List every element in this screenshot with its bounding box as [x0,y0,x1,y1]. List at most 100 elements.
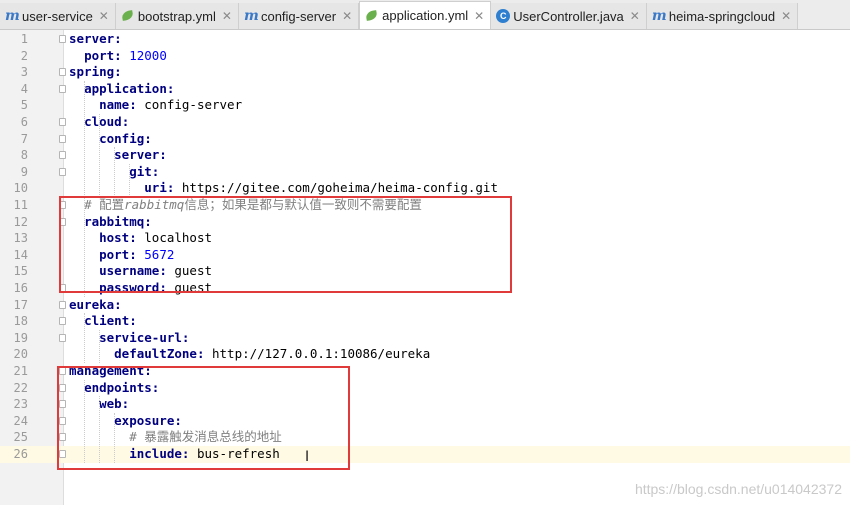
tab-application-yml[interactable]: application.yml ✕ [359,1,492,29]
code-text: uri: https://gitee.com/goheima/heima-con… [69,180,498,197]
code-line[interactable]: 4 application: [0,81,850,98]
tab-label: application.yml [382,8,469,23]
tab-label: bootstrap.yml [137,8,216,24]
tab-bootstrap-yml[interactable]: bootstrap.yml ✕ [115,3,239,29]
line-number: 19 [13,330,28,345]
fold-marker-icon[interactable] [59,118,66,126]
code-editor[interactable]: 1 server: 2 port: 12000 3 spring: 4 applicati… [0,30,850,505]
yaml-key: client: [84,313,137,329]
code-line[interactable]: 19 service-url: [0,330,850,347]
fold-marker-icon[interactable] [59,84,66,93]
line-number: 13 [13,231,28,246]
code-line[interactable]: 10 uri: https://gitee.com/goheima/heima-… [0,180,850,197]
close-icon[interactable]: ✕ [474,9,484,23]
code-text: service-url: [69,330,189,347]
fold-marker-icon[interactable] [59,35,66,43]
close-icon[interactable]: ✕ [630,9,640,23]
line-number: 10 [13,181,28,196]
yaml-key: config: [99,130,152,146]
line-number: 2 [20,48,28,63]
spring-leaf-icon [121,9,135,23]
tab-usercontroller-java[interactable]: C UserController.java ✕ [491,3,647,29]
code-line[interactable]: 6 cloud: [0,114,850,131]
fold-marker-icon[interactable] [59,300,66,309]
yaml-value: http://127.0.0.1:10086/eureka [204,346,431,362]
m-icon: m [243,8,259,24]
code-line[interactable]: 8 server: [0,147,850,164]
tab-label: config-server [260,8,337,24]
code-line[interactable]: 3 spring: [0,64,850,81]
tab-user-service[interactable]: m user-service ✕ [0,3,116,29]
line-number: 4 [20,81,28,96]
tab-label: heima-springcloud [668,8,776,24]
line-number: 9 [20,164,28,179]
yaml-value [69,346,114,361]
yaml-value: https://gitee.com/goheima/heima-config.g… [174,180,498,196]
line-number: 25 [13,430,28,445]
line-number: 8 [20,148,28,163]
line-number: 14 [13,247,28,262]
fold-marker-icon[interactable] [59,167,66,176]
close-icon[interactable]: ✕ [781,9,791,23]
line-number: 26 [13,447,28,461]
line-number: 1 [20,32,28,46]
indent-guide [99,114,101,197]
code-line[interactable]: 9 git: [0,164,850,181]
code-text: spring: [69,64,122,81]
yaml-value [69,114,84,129]
line-number: 21 [13,364,28,378]
indent-guide [129,163,131,197]
highlight-box-rabbitmq [59,196,512,293]
class-icon: C [496,9,511,23]
tab-heima-springcloud[interactable]: m heima-springcloud ✕ [646,3,799,29]
close-icon[interactable]: ✕ [222,9,232,23]
text-cursor-icon: I [305,449,310,465]
line-number: 11 [13,198,28,212]
yaml-key: port: [84,47,122,63]
fold-marker-icon[interactable] [59,151,66,160]
yaml-value: config-server [136,97,243,113]
fold-marker-icon[interactable] [59,68,66,77]
line-number: 18 [13,314,28,329]
yaml-value [69,81,84,96]
line-number: 16 [13,281,28,295]
code-text: name: config-server [69,97,242,114]
yaml-key: git: [129,163,160,179]
line-number: 24 [13,413,28,428]
code-line[interactable]: 18 client: [0,313,850,330]
yaml-number: 12000 [129,47,167,63]
line-number: 15 [13,264,28,279]
line-number: 22 [13,380,28,395]
code-line[interactable]: 17 eureka: [0,297,850,314]
code-line[interactable]: 2 port: 12000 [0,48,850,65]
code-line[interactable]: 1 server: [0,31,850,48]
yaml-key: server: [114,147,167,163]
line-number: 12 [13,214,28,229]
line-number: 5 [20,98,28,113]
code-line[interactable]: 7 config: [0,131,850,148]
yaml-value [69,180,144,195]
line-number: 7 [20,131,28,146]
code-line[interactable]: 5 name: config-server [0,97,850,114]
tab-config-server[interactable]: m config-server ✕ [238,3,360,29]
fold-marker-icon[interactable] [59,134,66,143]
close-icon[interactable]: ✕ [99,9,109,23]
fold-marker-icon[interactable] [59,333,66,342]
code-text: port: 12000 [69,48,167,65]
m-icon: m [651,8,667,24]
line-number: 20 [13,347,28,362]
code-text: eureka: [69,297,122,314]
yaml-key: eureka: [69,296,122,312]
fold-marker-icon[interactable] [59,317,66,326]
line-number: 3 [20,65,28,80]
tab-label: UserController.java [513,8,624,24]
yaml-value [69,313,84,328]
yaml-key: cloud: [84,114,130,129]
code-line[interactable]: 20 defaultZone: http://127.0.0.1:10086/e… [0,346,850,363]
indent-guide [99,329,101,363]
close-icon[interactable]: ✕ [342,9,352,23]
yaml-key: uri: [144,180,175,196]
line-number: 6 [20,115,28,129]
yaml-key: spring: [69,64,122,80]
spring-leaf-icon [365,9,379,23]
